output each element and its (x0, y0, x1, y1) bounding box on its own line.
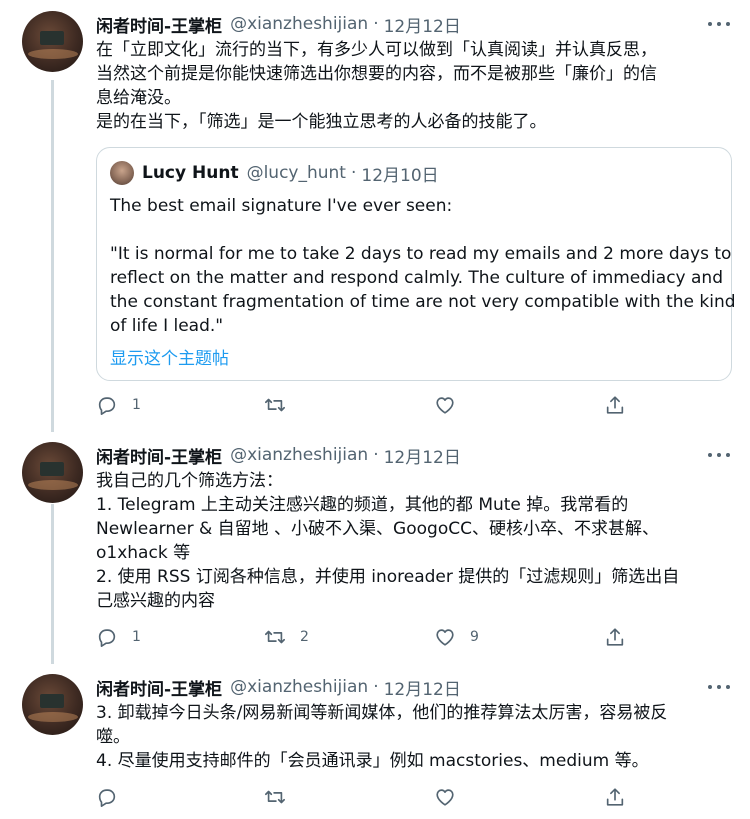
more-icon[interactable] (708, 679, 730, 695)
quoted-tweet[interactable]: Lucy Hunt @lucy_hunt · 12月10日 The best e… (96, 147, 736, 381)
tweet-text-line: 当然这个前提是你能快速筛选出你想要的内容，而不是被那些「廉价」的信 (96, 64, 657, 84)
quoted-author-handle: @lucy_hunt (246, 163, 346, 183)
tweet-header: 闲者时间-王掌柜 @xianzheshijian · 12月12日 (96, 675, 461, 700)
separator-dot: · (350, 163, 357, 183)
tweet[interactable]: 闲者时间-王掌柜 @xianzheshijian · 12月12日 在「立即文化… (0, 0, 750, 438)
tweet-text: 我自己的几个筛选方法： 1. Telegram 上主动关注感兴趣的频道，其他的都… (96, 469, 736, 613)
tweet-text: 3. 卸载掉今日头条/网易新闻等新闻媒体，他们的推荐算法太厉害，容易被反 噬。 … (96, 701, 736, 773)
tweet-date[interactable]: 12月12日 (384, 675, 461, 700)
tweet-text-line: 在「立即文化」流行的当下，有多少人可以做到「认真阅读」并认真反思， (96, 40, 657, 60)
share-button[interactable] (604, 784, 626, 810)
tweet-date[interactable]: 12月12日 (384, 12, 461, 37)
share-button[interactable] (604, 624, 626, 650)
reply-button[interactable] (96, 784, 132, 810)
avatar[interactable] (22, 11, 83, 72)
retweet-button[interactable] (264, 392, 300, 418)
tweet[interactable]: 闲者时间-王掌柜 @xianzheshijian · 12月12日 3. 卸载掉… (0, 670, 750, 819)
quoted-text-line: "It is normal for me to take 2 days to r… (110, 244, 732, 264)
like-button[interactable] (434, 784, 470, 810)
tweet[interactable]: 闲者时间-王掌柜 @xianzheshijian · 12月12日 我自己的几个… (0, 438, 750, 670)
separator-dot: · (373, 445, 379, 465)
like-button[interactable]: 9 (434, 624, 479, 650)
like-button[interactable] (434, 392, 470, 418)
retweet-button[interactable]: 2 (264, 624, 309, 650)
tweet-text-line: 2. 使用 RSS 订阅各种信息，并使用 inoreader 提供的「过滤规则」… (96, 567, 680, 587)
tweet-text-line: 己感兴趣的内容 (96, 591, 215, 611)
retweet-button[interactable] (264, 784, 300, 810)
like-count: 9 (470, 629, 479, 645)
avatar[interactable] (22, 674, 83, 735)
like-icon (436, 629, 454, 646)
author-name[interactable]: 闲者时间-王掌柜 (96, 443, 222, 468)
reply-count: 1 (132, 629, 141, 645)
tweet-actions (96, 784, 696, 810)
show-thread-link[interactable]: 显示这个主题帖 (110, 344, 229, 369)
tweet-actions: 1 (96, 392, 696, 418)
more-icon[interactable] (708, 16, 730, 32)
tweet-text-line: 噬。 (96, 727, 130, 747)
quoted-text-line: of life I lead." (110, 316, 224, 336)
quoted-text-line: The best email signature I've ever seen: (110, 196, 453, 216)
reply-icon (98, 789, 116, 807)
reply-icon (98, 397, 116, 415)
retweet-icon (265, 630, 285, 644)
quoted-text-line (110, 218, 720, 242)
tweet-text-line: 3. 卸载掉今日头条/网易新闻等新闻媒体，他们的推荐算法太厉害，容易被反 (96, 703, 668, 723)
quoted-header: Lucy Hunt @lucy_hunt · 12月10日 (142, 162, 439, 186)
author-name[interactable]: 闲者时间-王掌柜 (96, 12, 222, 37)
tweet-header: 闲者时间-王掌柜 @xianzheshijian · 12月12日 (96, 12, 461, 37)
share-icon (606, 788, 624, 806)
reply-icon (98, 629, 116, 647)
tweet-text-line: 1. Telegram 上主动关注感兴趣的频道，其他的都 Mute 掉。我常看的 (96, 495, 629, 515)
separator-dot: · (373, 14, 379, 34)
tweet-text-line: 我自己的几个筛选方法： (96, 471, 283, 491)
quoted-date: 12月10日 (361, 165, 439, 186)
like-icon (436, 789, 454, 806)
quoted-text-line: the constant fragmentation of time are n… (110, 292, 736, 312)
quoted-text: The best email signature I've ever seen:… (110, 194, 736, 338)
share-button[interactable] (604, 392, 626, 418)
tweet-text-line: 4. 尽量使用支持邮件的「会员通讯录」例如 macstories、medium … (96, 751, 649, 771)
more-icon[interactable] (708, 447, 730, 463)
quoted-text-line: reflect on the matter and respond calmly… (110, 268, 723, 288)
author-handle[interactable]: @xianzheshijian (230, 14, 368, 34)
share-icon (606, 628, 624, 646)
author-name[interactable]: 闲者时间-王掌柜 (96, 675, 222, 700)
tweet-text-line: o1xhack 等 (96, 543, 191, 563)
like-icon (436, 397, 454, 414)
author-handle[interactable]: @xianzheshijian (230, 445, 368, 465)
tweet-text: 在「立即文化」流行的当下，有多少人可以做到「认真阅读」并认真反思， 当然这个前提… (96, 38, 736, 134)
avatar[interactable] (22, 442, 83, 503)
tweet-text-line: 息给淹没。 (96, 88, 181, 108)
reply-button[interactable]: 1 (96, 624, 141, 650)
retweet-icon (265, 398, 285, 412)
separator-dot: · (373, 677, 379, 697)
retweet-icon (265, 790, 285, 804)
tweet-header: 闲者时间-王掌柜 @xianzheshijian · 12月12日 (96, 443, 461, 468)
tweet-date[interactable]: 12月12日 (384, 443, 461, 468)
tweet-text-line: Newlearner & 自留地 、小破不入渠、GoogoCC、硬核小卒、不求甚… (96, 519, 659, 539)
retweet-count: 2 (300, 629, 309, 645)
quoted-author-name: Lucy Hunt (142, 163, 239, 183)
tweet-actions: 1 2 9 (96, 624, 696, 650)
reply-count: 1 (132, 397, 141, 413)
quoted-avatar (110, 161, 134, 185)
tweet-text-line: 是的在当下，「筛选」是一个能独立思考的人必备的技能了。 (96, 112, 547, 132)
share-icon (606, 396, 624, 414)
reply-button[interactable]: 1 (96, 392, 141, 418)
author-handle[interactable]: @xianzheshijian (230, 677, 368, 697)
